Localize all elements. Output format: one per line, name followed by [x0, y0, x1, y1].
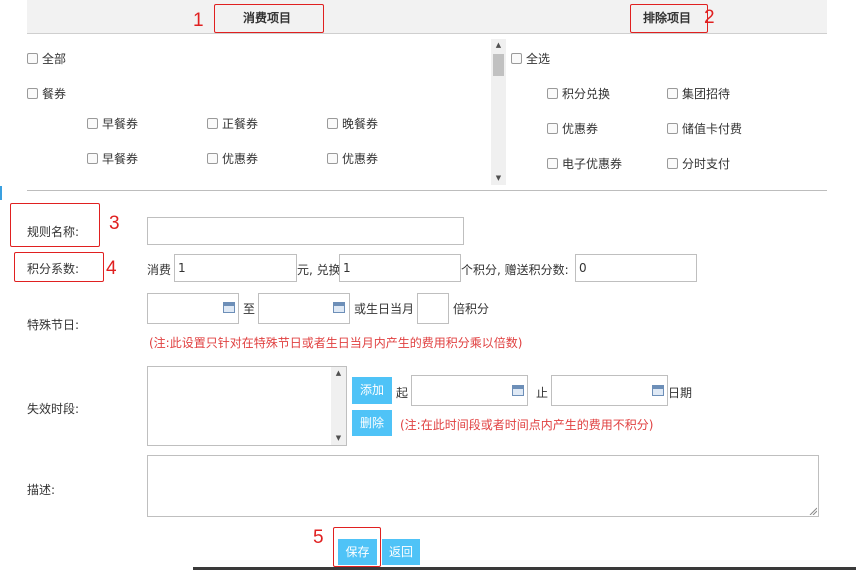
checkbox-box[interactable]: [207, 153, 218, 164]
scroll-down-icon[interactable]: ▼: [331, 432, 346, 445]
resize-handle-icon[interactable]: [809, 507, 817, 515]
scroll-up-icon[interactable]: ▲: [491, 39, 506, 52]
checkbox-box[interactable]: [547, 158, 558, 169]
calendar-icon[interactable]: [512, 385, 524, 396]
delete-button[interactable]: 删除: [352, 410, 392, 436]
exclude-all-checkbox[interactable]: 全选: [511, 50, 550, 67]
calendar-icon[interactable]: [652, 385, 664, 396]
calendar-icon[interactable]: [333, 302, 345, 313]
annotation-number-2: 2: [704, 7, 715, 28]
exchange-points-input[interactable]: [339, 254, 461, 282]
voucher-checkbox[interactable]: 餐券: [27, 85, 66, 102]
checkbox-label: 早餐券: [102, 117, 139, 131]
scroll-thumb[interactable]: [493, 54, 504, 76]
to-label: 至: [243, 302, 256, 316]
invalid-period-scrollbar[interactable]: ▲ ▼: [331, 367, 346, 445]
exclude-item[interactable]: 积分兑换: [547, 85, 610, 102]
consume-all-checkbox[interactable]: 全部: [27, 50, 66, 67]
consume-sub-item[interactable]: 优惠券: [327, 150, 378, 167]
exclude-item[interactable]: 优惠券: [547, 120, 598, 137]
checkbox-box[interactable]: [667, 88, 678, 99]
save-button[interactable]: 保存: [338, 539, 377, 565]
add-button[interactable]: 添加: [352, 377, 392, 404]
scroll-up-icon[interactable]: ▲: [331, 367, 346, 380]
invalid-end-date-input[interactable]: [551, 375, 668, 406]
checkbox-label: 正餐券: [222, 117, 259, 131]
checkbox-label: 晚餐券: [342, 117, 379, 131]
consume-sub-item[interactable]: 正餐券: [207, 115, 258, 132]
consume-amount-input[interactable]: [174, 254, 297, 282]
consume-list-scrollbar[interactable]: ▲ ▼: [491, 39, 506, 185]
checkbox-box[interactable]: [547, 88, 558, 99]
consume-sub-item[interactable]: 早餐券: [87, 150, 138, 167]
checkbox-label: 储值卡付费: [682, 122, 743, 136]
bonus-points-label: 个积分, 赠送积分数:: [461, 263, 569, 277]
page-edge-tab: [0, 186, 2, 200]
rule-name-input[interactable]: [147, 217, 464, 245]
checkbox-label: 优惠券: [222, 152, 259, 166]
checkbox-box[interactable]: [327, 153, 338, 164]
from-label: 起: [396, 386, 409, 400]
annotation-number-5: 5: [313, 527, 324, 548]
checkbox-box[interactable]: [667, 123, 678, 134]
checkbox-label: 集团招待: [682, 87, 731, 101]
invalid-start-date-input[interactable]: [411, 375, 528, 406]
checkbox-box[interactable]: [207, 118, 218, 129]
annotation-box-2: [630, 4, 708, 33]
checkbox-box[interactable]: [327, 118, 338, 129]
checkbox-box[interactable]: [27, 53, 38, 64]
section-divider: [27, 190, 827, 191]
checkbox-box[interactable]: [547, 123, 558, 134]
checkbox-box[interactable]: [87, 118, 98, 129]
checkbox-box[interactable]: [87, 153, 98, 164]
bonus-points-input[interactable]: [575, 254, 697, 282]
multiplier-suffix-label: 倍积分: [453, 302, 490, 316]
special-holiday-label: 特殊节日:: [27, 318, 80, 332]
annotation-number-3: 3: [109, 213, 120, 234]
back-button[interactable]: 返回: [382, 539, 420, 565]
checkbox-box[interactable]: [27, 88, 38, 99]
annotation-number-1: 1: [193, 10, 204, 31]
checkbox-box[interactable]: [667, 158, 678, 169]
exclude-item[interactable]: 储值卡付费: [667, 120, 742, 137]
invalid-period-list[interactable]: [147, 366, 347, 446]
checkbox-label: 电子优惠券: [562, 157, 623, 171]
checkbox-label: 分时支付: [682, 157, 731, 171]
consume-prefix-label: 消费: [147, 263, 172, 277]
checkbox-label: 优惠券: [342, 152, 379, 166]
points-multiplier-input[interactable]: [417, 293, 449, 324]
yuan-exchange-label: 元, 兑换: [297, 263, 341, 277]
description-textarea[interactable]: [147, 455, 819, 517]
consume-sub-item[interactable]: 优惠券: [207, 150, 258, 167]
checkbox-label: 优惠券: [562, 122, 599, 136]
exclude-item[interactable]: 电子优惠券: [547, 155, 622, 172]
checkbox-label: 餐券: [42, 87, 67, 101]
invalid-period-label: 失效时段:: [27, 402, 80, 416]
invalid-period-note: (注:在此时间段或者时间点内产生的费用不积分): [400, 418, 654, 432]
checkbox-label: 积分兑换: [562, 87, 611, 101]
checkbox-label: 全部: [42, 52, 67, 66]
rule-name-label: 规则名称:: [27, 225, 80, 239]
consume-sub-item[interactable]: 晚餐券: [327, 115, 378, 132]
stop-label: 止: [536, 386, 549, 400]
description-label: 描述:: [27, 483, 56, 497]
annotation-number-4: 4: [106, 258, 117, 279]
checkbox-box[interactable]: [511, 53, 522, 64]
date-label: 日期: [668, 386, 693, 400]
exclude-item[interactable]: 集团招待: [667, 85, 730, 102]
scroll-down-icon[interactable]: ▼: [491, 172, 506, 185]
birthday-month-label: 或生日当月: [354, 302, 415, 316]
annotation-box-1: [214, 4, 324, 33]
checkbox-label: 早餐券: [102, 152, 139, 166]
holiday-note: (注:此设置只针对在特殊节日或者生日当月内产生的费用积分乘以倍数): [149, 336, 523, 350]
points-coefficient-label: 积分系数:: [27, 262, 80, 276]
calendar-icon[interactable]: [223, 302, 235, 313]
exclude-item[interactable]: 分时支付: [667, 155, 730, 172]
checkbox-label: 全选: [526, 52, 551, 66]
consume-sub-item[interactable]: 早餐券: [87, 115, 138, 132]
